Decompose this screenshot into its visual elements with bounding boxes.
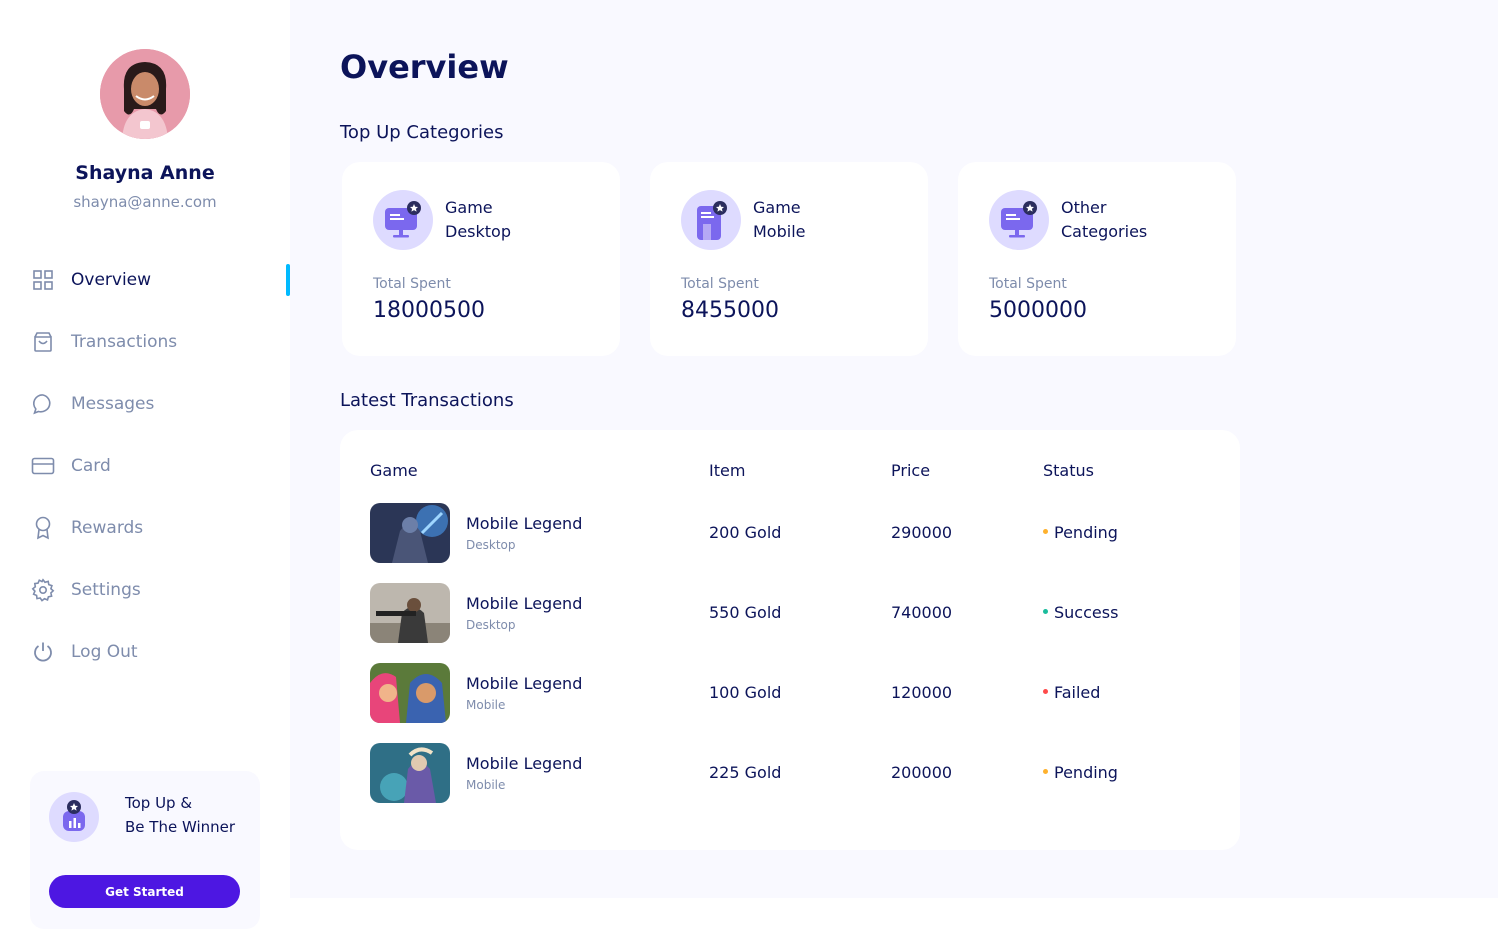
categories-title: Top Up Categories xyxy=(340,122,504,143)
desktop-icon xyxy=(989,190,1049,250)
game-thumbnail xyxy=(370,743,450,803)
nav-item-card[interactable]: Card xyxy=(30,448,290,484)
nav-label: Messages xyxy=(71,394,155,414)
category-name: Game Desktop xyxy=(445,196,595,244)
category-card-desktop[interactable]: Game Desktop Total Spent 18000500 xyxy=(342,162,620,356)
status-badge: Pending xyxy=(1043,763,1118,782)
category-name-line-2: Desktop xyxy=(445,222,511,241)
game-name: Mobile Legend xyxy=(466,514,583,533)
mobile-icon xyxy=(681,190,741,250)
card-icon xyxy=(30,453,56,479)
promo-line-1: Top Up & xyxy=(125,794,193,812)
price-value: 120000 xyxy=(891,683,953,702)
sidebar: Shayna Anne shayna@anne.com Overview Tra… xyxy=(0,0,290,942)
column-header-price: Price xyxy=(891,461,931,480)
table-row[interactable]: Mobile Legend Desktop 550 Gold 740000 Su… xyxy=(370,583,1220,643)
nav-item-overview[interactable]: Overview xyxy=(30,262,290,298)
chat-icon xyxy=(30,391,56,417)
game-name: Mobile Legend xyxy=(466,674,583,693)
promo-line-2: Be The Winner xyxy=(125,818,236,836)
game-platform: Desktop xyxy=(466,618,516,632)
status-badge: Pending xyxy=(1043,523,1118,542)
nav-label: Card xyxy=(71,456,111,476)
nav-label: Transactions xyxy=(71,332,178,352)
table-row[interactable]: Mobile Legend Mobile 100 Gold 120000 Fai… xyxy=(370,663,1220,723)
category-name-line-1: Game xyxy=(445,198,493,217)
status-text: Pending xyxy=(1054,523,1118,542)
gear-icon xyxy=(30,577,56,603)
bag-icon xyxy=(30,329,56,355)
status-dot xyxy=(1043,529,1048,534)
nav-item-transactions[interactable]: Transactions xyxy=(30,324,290,360)
game-platform: Mobile xyxy=(466,778,506,792)
category-name: Other Categories xyxy=(1061,196,1211,244)
status-dot xyxy=(1043,689,1048,694)
game-thumbnail xyxy=(370,583,450,643)
column-header-item: Item xyxy=(709,461,746,480)
get-started-button[interactable]: Get Started xyxy=(49,875,240,908)
promo-text: Top Up & Be The Winner xyxy=(125,791,255,839)
category-name-line-1: Other xyxy=(1061,198,1107,217)
game-name: Mobile Legend xyxy=(466,754,583,773)
game-name: Mobile Legend xyxy=(466,594,583,613)
item-value: 100 Gold xyxy=(709,683,782,702)
game-thumbnail xyxy=(370,503,450,563)
avatar[interactable] xyxy=(100,49,190,139)
total-spent-value: 5000000 xyxy=(989,298,1087,323)
column-header-game: Game xyxy=(370,461,418,480)
item-value: 225 Gold xyxy=(709,763,782,782)
total-spent-label: Total Spent xyxy=(681,276,759,292)
desktop-icon xyxy=(373,190,433,250)
grid-icon xyxy=(30,267,56,293)
price-value: 290000 xyxy=(891,523,953,542)
status-dot xyxy=(1043,769,1048,774)
category-card-mobile[interactable]: Game Mobile Total Spent 8455000 xyxy=(650,162,928,356)
nav-label: Overview xyxy=(71,270,152,290)
main-content: Overview Top Up Categories Game Desktop … xyxy=(290,0,1498,898)
nav-label: Rewards xyxy=(71,518,144,538)
status-text: Success xyxy=(1054,603,1119,622)
status-text: Failed xyxy=(1054,683,1101,702)
table-row[interactable]: Mobile Legend Desktop 200 Gold 290000 Pe… xyxy=(370,503,1220,563)
user-email: shayna@anne.com xyxy=(73,193,217,211)
game-platform: Mobile xyxy=(466,698,506,712)
nav-item-rewards[interactable]: Rewards xyxy=(30,510,290,546)
nav-item-settings[interactable]: Settings xyxy=(30,572,290,608)
price-value: 740000 xyxy=(891,603,953,622)
item-value: 200 Gold xyxy=(709,523,782,542)
nav-label: Settings xyxy=(71,580,141,600)
trophy-icon xyxy=(49,792,99,842)
category-card-other[interactable]: Other Categories Total Spent 5000000 xyxy=(958,162,1236,356)
transactions-table: Game Item Price Status Mobile Legend Des… xyxy=(340,430,1240,850)
status-badge: Failed xyxy=(1043,683,1100,702)
price-value: 200000 xyxy=(891,763,953,782)
table-row[interactable]: Mobile Legend Mobile 225 Gold 200000 Pen… xyxy=(370,743,1220,803)
column-header-status: Status xyxy=(1043,461,1094,480)
status-text: Pending xyxy=(1054,763,1118,782)
game-platform: Desktop xyxy=(466,538,516,552)
category-name: Game Mobile xyxy=(753,196,903,244)
nav-label: Log Out xyxy=(71,642,138,662)
page-title: Overview xyxy=(340,48,509,86)
total-spent-label: Total Spent xyxy=(989,276,1067,292)
total-spent-value: 18000500 xyxy=(373,298,485,323)
category-name-line-1: Game xyxy=(753,198,801,217)
user-name: Shayna Anne xyxy=(75,162,215,184)
transactions-title: Latest Transactions xyxy=(340,390,514,411)
promo-card: Top Up & Be The Winner Get Started xyxy=(30,771,260,929)
item-value: 550 Gold xyxy=(709,603,782,622)
total-spent-value: 8455000 xyxy=(681,298,779,323)
nav-item-messages[interactable]: Messages xyxy=(30,386,290,422)
category-name-line-2: Mobile xyxy=(753,222,806,241)
status-dot xyxy=(1043,609,1048,614)
nav-item-logout[interactable]: Log Out xyxy=(30,634,290,670)
award-icon xyxy=(30,515,56,541)
power-icon xyxy=(30,639,56,665)
category-name-line-2: Categories xyxy=(1061,222,1148,241)
total-spent-label: Total Spent xyxy=(373,276,451,292)
status-badge: Success xyxy=(1043,603,1118,622)
game-thumbnail xyxy=(370,663,450,723)
